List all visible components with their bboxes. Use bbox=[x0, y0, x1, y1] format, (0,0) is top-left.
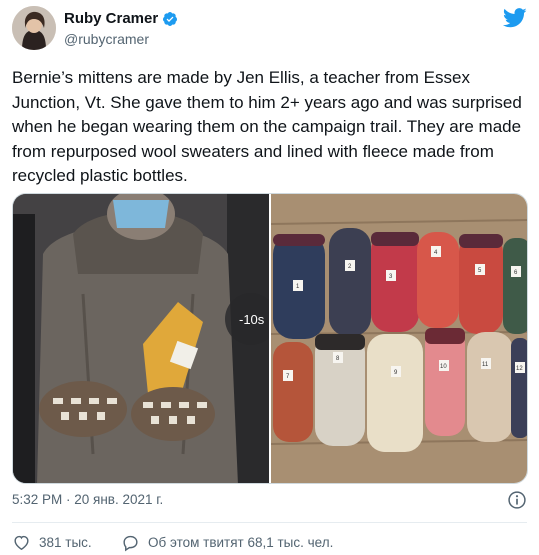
verified-badge-icon bbox=[163, 12, 178, 26]
rewind-overlay-label[interactable]: -10s bbox=[239, 312, 265, 327]
media-photo-right[interactable]: 1 2 3 4 5 6 7 8 9 10 11 12 bbox=[271, 194, 527, 483]
conversation-label: Об этом твитят 68,1 тыс. чел. bbox=[148, 535, 334, 550]
tweet-card: Ruby Cramer @rubycramer Bernie’s mittens… bbox=[0, 0, 539, 555]
media-photo-left[interactable]: -10s bbox=[13, 194, 269, 483]
tweet-timestamp[interactable]: 5:32 PM · 20 янв. 2021 г. bbox=[12, 492, 163, 507]
mitten-tag: 12 bbox=[516, 366, 523, 372]
heart-icon bbox=[14, 535, 29, 551]
mitten-tag: 11 bbox=[482, 362, 489, 368]
avatar[interactable] bbox=[12, 6, 56, 50]
tweet-text: Bernie’s mittens are made by Jen Ellis, … bbox=[12, 68, 522, 186]
like-button[interactable]: 381 тыс. bbox=[12, 533, 92, 552]
mitten-tag: 10 bbox=[440, 364, 447, 370]
tweet-media[interactable]: -10s 1 2 3 4 5 6 7 8 9 10 11 12 bbox=[12, 193, 528, 484]
twitter-bird-icon[interactable] bbox=[503, 8, 527, 28]
author-block: Ruby Cramer @rubycramer bbox=[64, 10, 178, 48]
info-icon[interactable] bbox=[507, 490, 527, 510]
author-handle[interactable]: @rubycramer bbox=[64, 30, 178, 48]
divider bbox=[12, 522, 527, 523]
author-display-name[interactable]: Ruby Cramer bbox=[64, 10, 158, 28]
conversation-button[interactable]: Об этом твитят 68,1 тыс. чел. bbox=[121, 533, 333, 552]
like-count: 381 тыс. bbox=[39, 535, 92, 550]
chat-bubble-icon bbox=[123, 535, 138, 552]
author-name-row[interactable]: Ruby Cramer bbox=[64, 10, 178, 28]
